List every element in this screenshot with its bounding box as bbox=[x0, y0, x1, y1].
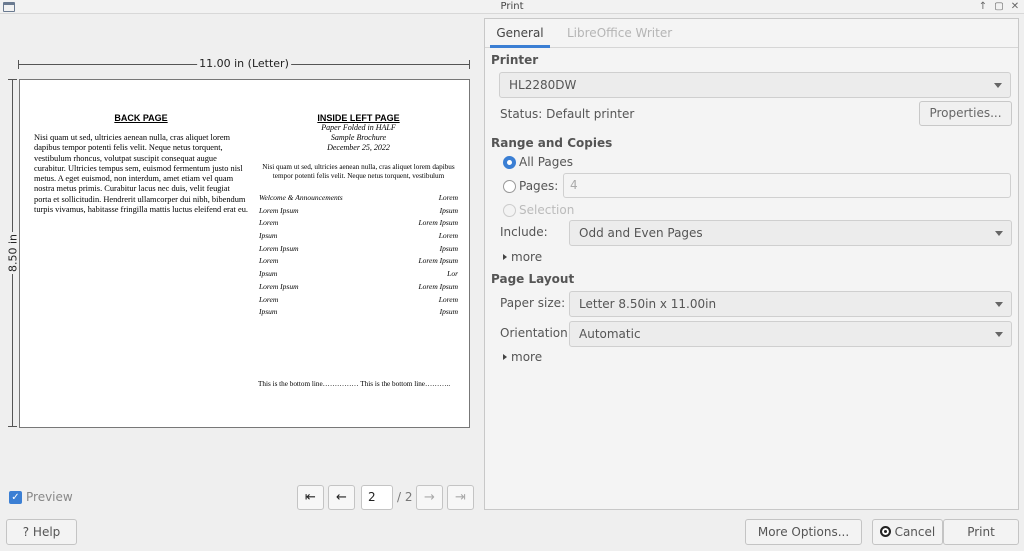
paper-size-label: Paper size: bbox=[500, 296, 566, 310]
preview-toggle[interactable]: ✓ Preview bbox=[9, 490, 73, 504]
orientation-select[interactable]: Automatic bbox=[569, 321, 1012, 347]
chevron-down-icon bbox=[995, 231, 1003, 236]
next-page-button[interactable]: → bbox=[416, 485, 443, 510]
chevron-down-icon bbox=[994, 83, 1002, 88]
cancel-icon bbox=[879, 526, 891, 537]
tab-general[interactable]: General bbox=[490, 19, 550, 48]
layout-more-label: more bbox=[511, 350, 543, 364]
bottom-line-text: This is the bottom line…………… This is the… bbox=[258, 380, 451, 388]
page-number-input[interactable]: 2 bbox=[361, 485, 393, 510]
printer-status: Status: Default printer bbox=[500, 107, 635, 121]
window-title: Print bbox=[500, 1, 524, 12]
page-preview: BACK PAGE Nisi quam ut sed, ultricies ae… bbox=[19, 79, 470, 428]
tab-bar: General LibreOffice Writer bbox=[485, 19, 1018, 48]
program-list: Welcome & Announcements Lorem Lorem Ipsum… bbox=[258, 192, 459, 319]
radio-unselected-icon[interactable] bbox=[503, 179, 516, 193]
pages-input[interactable]: 4 bbox=[563, 173, 1011, 198]
help-icon: ? bbox=[22, 525, 30, 539]
include-select[interactable]: Odd and Even Pages bbox=[569, 220, 1012, 246]
checkbox-checked-icon[interactable]: ✓ bbox=[9, 490, 22, 504]
subtitle-1: Paper Folded in HALF bbox=[321, 123, 396, 132]
program-row: Lorem Ipsum Ipsum bbox=[259, 205, 458, 215]
properties-button[interactable]: Properties... bbox=[919, 101, 1012, 126]
close-icon[interactable]: ✕ bbox=[1008, 0, 1022, 14]
paper-size-select[interactable]: Letter 8.50in x 11.00in bbox=[569, 291, 1012, 317]
back-page-heading: BACK PAGE bbox=[114, 113, 168, 123]
back-page-column: BACK PAGE Nisi quam ut sed, ultricies ae… bbox=[34, 113, 248, 215]
help-button[interactable]: ? Help bbox=[6, 519, 77, 545]
cancel-button[interactable]: Cancel bbox=[872, 519, 943, 545]
page-layout-section-title: Page Layout bbox=[491, 272, 575, 286]
include-select-value: Odd and Even Pages bbox=[579, 226, 703, 240]
cancel-label: Cancel bbox=[894, 525, 936, 539]
radio-selection[interactable]: Selection bbox=[503, 203, 574, 217]
keep-above-icon[interactable]: ↑ bbox=[976, 0, 990, 14]
printer-section-title: Printer bbox=[491, 53, 539, 67]
program-row: Welcome & Announcements Lorem bbox=[259, 193, 458, 202]
tab-libreoffice-writer[interactable]: LibreOffice Writer bbox=[567, 19, 672, 48]
more-options-button[interactable]: More Options... bbox=[745, 519, 862, 545]
pages-label: Pages: bbox=[519, 179, 559, 193]
program-row: Ipsum Ipsum bbox=[259, 307, 458, 317]
program-row: Lorem Lorem Ipsum bbox=[259, 218, 458, 228]
program-row: Ipsum Lor bbox=[259, 269, 458, 279]
printer-select-value: HL2280DW bbox=[509, 78, 577, 92]
program-row: Lorem Ipsum Lorem Ipsum bbox=[259, 281, 458, 291]
paper-size-value: Letter 8.50in x 11.00in bbox=[579, 297, 717, 311]
chevron-down-icon bbox=[995, 332, 1003, 337]
program-row: Lorem Ipsum Ipsum bbox=[259, 243, 458, 253]
inside-left-column: INSIDE LEFT PAGE Paper Folded in HALF Sa… bbox=[258, 113, 459, 319]
radio-disabled-icon[interactable] bbox=[503, 203, 516, 217]
settings-panel: General LibreOffice Writer Printer HL228… bbox=[484, 18, 1019, 510]
print-button[interactable]: Print bbox=[943, 519, 1019, 545]
program-row: Ipsum Lorem bbox=[259, 231, 458, 241]
page-total-label: / 2 bbox=[397, 490, 413, 504]
back-page-body: Nisi quam ut sed, ultricies aenean nulla… bbox=[34, 133, 248, 215]
expander-arrow-icon bbox=[503, 254, 507, 260]
inside-left-heading: INSIDE LEFT PAGE bbox=[317, 113, 400, 123]
orientation-value: Automatic bbox=[579, 327, 641, 341]
selection-label: Selection bbox=[519, 203, 575, 217]
maximize-icon[interactable]: ▢ bbox=[992, 0, 1006, 14]
range-more-expander[interactable]: more bbox=[503, 250, 542, 264]
width-label: 11.00 in (Letter) bbox=[197, 57, 291, 70]
range-more-label: more bbox=[511, 250, 543, 264]
radio-all-pages[interactable]: All Pages bbox=[503, 155, 573, 169]
height-dimension: 8.50 in bbox=[6, 79, 20, 427]
radio-selected-icon[interactable] bbox=[503, 155, 516, 169]
first-page-button[interactable]: ⇤ bbox=[297, 485, 324, 510]
program-row: Lorem Lorem bbox=[259, 294, 458, 304]
printer-select[interactable]: HL2280DW bbox=[499, 72, 1011, 98]
orientation-label: Orientation: bbox=[500, 326, 572, 340]
all-pages-label: All Pages bbox=[519, 155, 573, 169]
previous-page-button[interactable]: ← bbox=[328, 485, 355, 510]
height-label: 8.50 in bbox=[6, 231, 20, 275]
program-row: Lorem Lorem Ipsum bbox=[259, 256, 458, 266]
width-dimension: 11.00 in (Letter) bbox=[18, 57, 470, 72]
title-bar: Print ↑ ▢ ✕ bbox=[0, 0, 1024, 14]
chevron-down-icon bbox=[995, 302, 1003, 307]
include-label: Include: bbox=[500, 225, 548, 239]
last-page-button[interactable]: ⇥ bbox=[447, 485, 474, 510]
layout-more-expander[interactable]: more bbox=[503, 350, 542, 364]
subtitle-2: Sample Brochure bbox=[330, 133, 387, 142]
help-label: Help bbox=[32, 525, 61, 539]
radio-pages[interactable]: Pages: bbox=[503, 179, 558, 193]
intro-text: Nisi quam ut sed, ultricies aenean nulla… bbox=[262, 163, 455, 180]
subtitle-3: December 25, 2022 bbox=[327, 143, 390, 152]
preview-label: Preview bbox=[26, 490, 73, 504]
range-section-title: Range and Copies bbox=[491, 136, 613, 150]
expander-arrow-icon bbox=[503, 354, 507, 360]
